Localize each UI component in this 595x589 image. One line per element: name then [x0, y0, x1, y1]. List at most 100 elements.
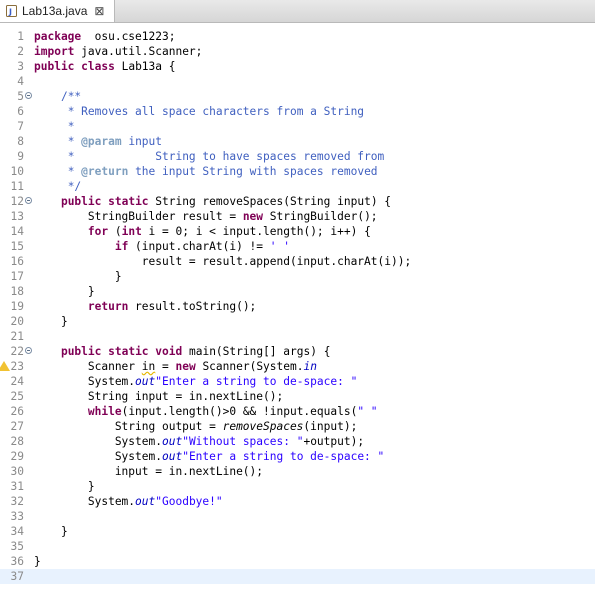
gutter-marker: [24, 179, 34, 194]
line-number: 3: [17, 60, 24, 73]
code-line[interactable]: 37: [0, 569, 595, 584]
code-line[interactable]: 19 return result.toString();: [0, 299, 595, 314]
code-text: for (int i = 0; i < input.length(); i++)…: [34, 224, 371, 239]
code-token: ' ': [269, 240, 290, 253]
code-line[interactable]: 4: [0, 74, 595, 89]
code-token: *: [67, 120, 75, 133]
code-line[interactable]: 32 System.out"Goodbye!": [0, 494, 595, 509]
code-line[interactable]: 26 while(input.length()>0 && !input.equa…: [0, 404, 595, 419]
code-line[interactable]: 35: [0, 539, 595, 554]
code-line[interactable]: 12 public static String removeSpaces(Str…: [0, 194, 595, 209]
gutter-marker: [24, 389, 34, 404]
gutter-marker: [24, 299, 34, 314]
code-line[interactable]: 28 System.out"Without spaces: "+output);: [0, 434, 595, 449]
code-line[interactable]: 29 System.out"Enter a string to de-space…: [0, 449, 595, 464]
code-line[interactable]: 27 String output = removeSpaces(input);: [0, 419, 595, 434]
code-line[interactable]: 18 }: [0, 284, 595, 299]
code-token: }: [34, 525, 68, 538]
code-line[interactable]: 15 if (input.charAt(i) != ' ': [0, 239, 595, 254]
code-line[interactable]: 10 * @return the input String with space…: [0, 164, 595, 179]
code-line[interactable]: 5 /**: [0, 89, 595, 104]
line-number: 30: [10, 465, 24, 478]
line-number: 19: [10, 300, 24, 313]
fold-toggle-icon[interactable]: [25, 197, 32, 204]
code-token: in: [303, 360, 317, 373]
svg-text:J: J: [8, 8, 12, 17]
code-line[interactable]: 17 }: [0, 269, 595, 284]
code-token: "Without spaces: ": [182, 435, 304, 448]
code-line[interactable]: 34 }: [0, 524, 595, 539]
code-line[interactable]: 21: [0, 329, 595, 344]
warning-icon[interactable]: [0, 361, 10, 371]
code-line[interactable]: 33: [0, 509, 595, 524]
code-text: while(input.length()>0 && !input.equals(…: [34, 404, 378, 419]
code-line[interactable]: 6 * Removes all space characters from a …: [0, 104, 595, 119]
code-token: out: [161, 450, 183, 463]
fold-toggle-icon[interactable]: [25, 92, 32, 99]
code-token: static: [108, 345, 149, 358]
line-number: 4: [17, 75, 24, 88]
code-line[interactable]: 14 for (int i = 0; i < input.length(); i…: [0, 224, 595, 239]
gutter-marker: [24, 419, 34, 434]
code-line[interactable]: 24 System.out"Enter a string to de-space…: [0, 374, 595, 389]
gutter-marker: [24, 359, 34, 374]
code-line[interactable]: 23 Scanner in = new Scanner(System.in: [0, 359, 595, 374]
code-line[interactable]: 36}: [0, 554, 595, 569]
code-line[interactable]: 11 */: [0, 179, 595, 194]
line-number: 22: [10, 345, 24, 358]
code-token: (: [108, 225, 122, 238]
gutter-marker: [24, 74, 34, 89]
code-text: import java.util.Scanner;: [34, 44, 202, 59]
code-text: /**: [34, 89, 81, 104]
code-line[interactable]: 1 package osu.cse1223;: [0, 29, 595, 44]
code-line[interactable]: 30 input = in.nextLine();: [0, 464, 595, 479]
gutter-marker: [24, 464, 34, 479]
line-number: 14: [10, 225, 24, 238]
code-token: out: [135, 375, 156, 388]
gutter-marker: [24, 59, 34, 74]
line-number: 8: [17, 135, 24, 148]
tab-filename: Lab13a.java: [22, 4, 88, 18]
code-text: String input = in.nextLine();: [34, 389, 283, 404]
code-line[interactable]: 16 result = result.append(input.charAt(i…: [0, 254, 595, 269]
code-token: while: [87, 405, 122, 418]
line-number: 11: [10, 180, 24, 193]
code-line[interactable]: 3 public class Lab13a {: [0, 59, 595, 74]
gutter-marker: [24, 224, 34, 239]
code-token: " ": [357, 405, 378, 418]
editor-tab-lab13a[interactable]: J Lab13a.java ⊠: [0, 0, 116, 22]
code-line[interactable]: 2 import java.util.Scanner;: [0, 44, 595, 59]
gutter-marker: [24, 404, 34, 419]
code-token: int: [121, 225, 142, 238]
line-number: 17: [10, 270, 24, 283]
code-line[interactable]: 22 public static void main(String[] args…: [0, 344, 595, 359]
code-token: static: [108, 195, 149, 208]
code-token: out: [161, 435, 183, 448]
code-token: String input = in.nextLine();: [34, 390, 284, 403]
code-line[interactable]: 9 * String to have spaces removed from: [0, 149, 595, 164]
code-token: System.: [34, 495, 136, 508]
code-text: result = result.append(input.charAt(i));: [34, 254, 411, 269]
code-text: return result.toString();: [34, 299, 256, 314]
close-tab-icon[interactable]: ⊠: [94, 4, 104, 18]
code-token: the input String with spaces removed: [128, 165, 378, 178]
code-token: StringBuilder result =: [34, 210, 243, 223]
code-editor[interactable]: 1 package osu.cse1223; 2 import java.util.S…: [0, 23, 595, 589]
code-line[interactable]: 13 StringBuilder result = new StringBuil…: [0, 209, 595, 224]
code-line[interactable]: 7 *: [0, 119, 595, 134]
code-line[interactable]: 31 }: [0, 479, 595, 494]
fold-toggle-icon[interactable]: [25, 347, 32, 354]
code-line[interactable]: 20 }: [0, 314, 595, 329]
code-token: import: [34, 45, 75, 58]
code-line[interactable]: 8 * @param input: [0, 134, 595, 149]
code-line[interactable]: 25 String input = in.nextLine();: [0, 389, 595, 404]
line-number: 32: [10, 495, 24, 508]
